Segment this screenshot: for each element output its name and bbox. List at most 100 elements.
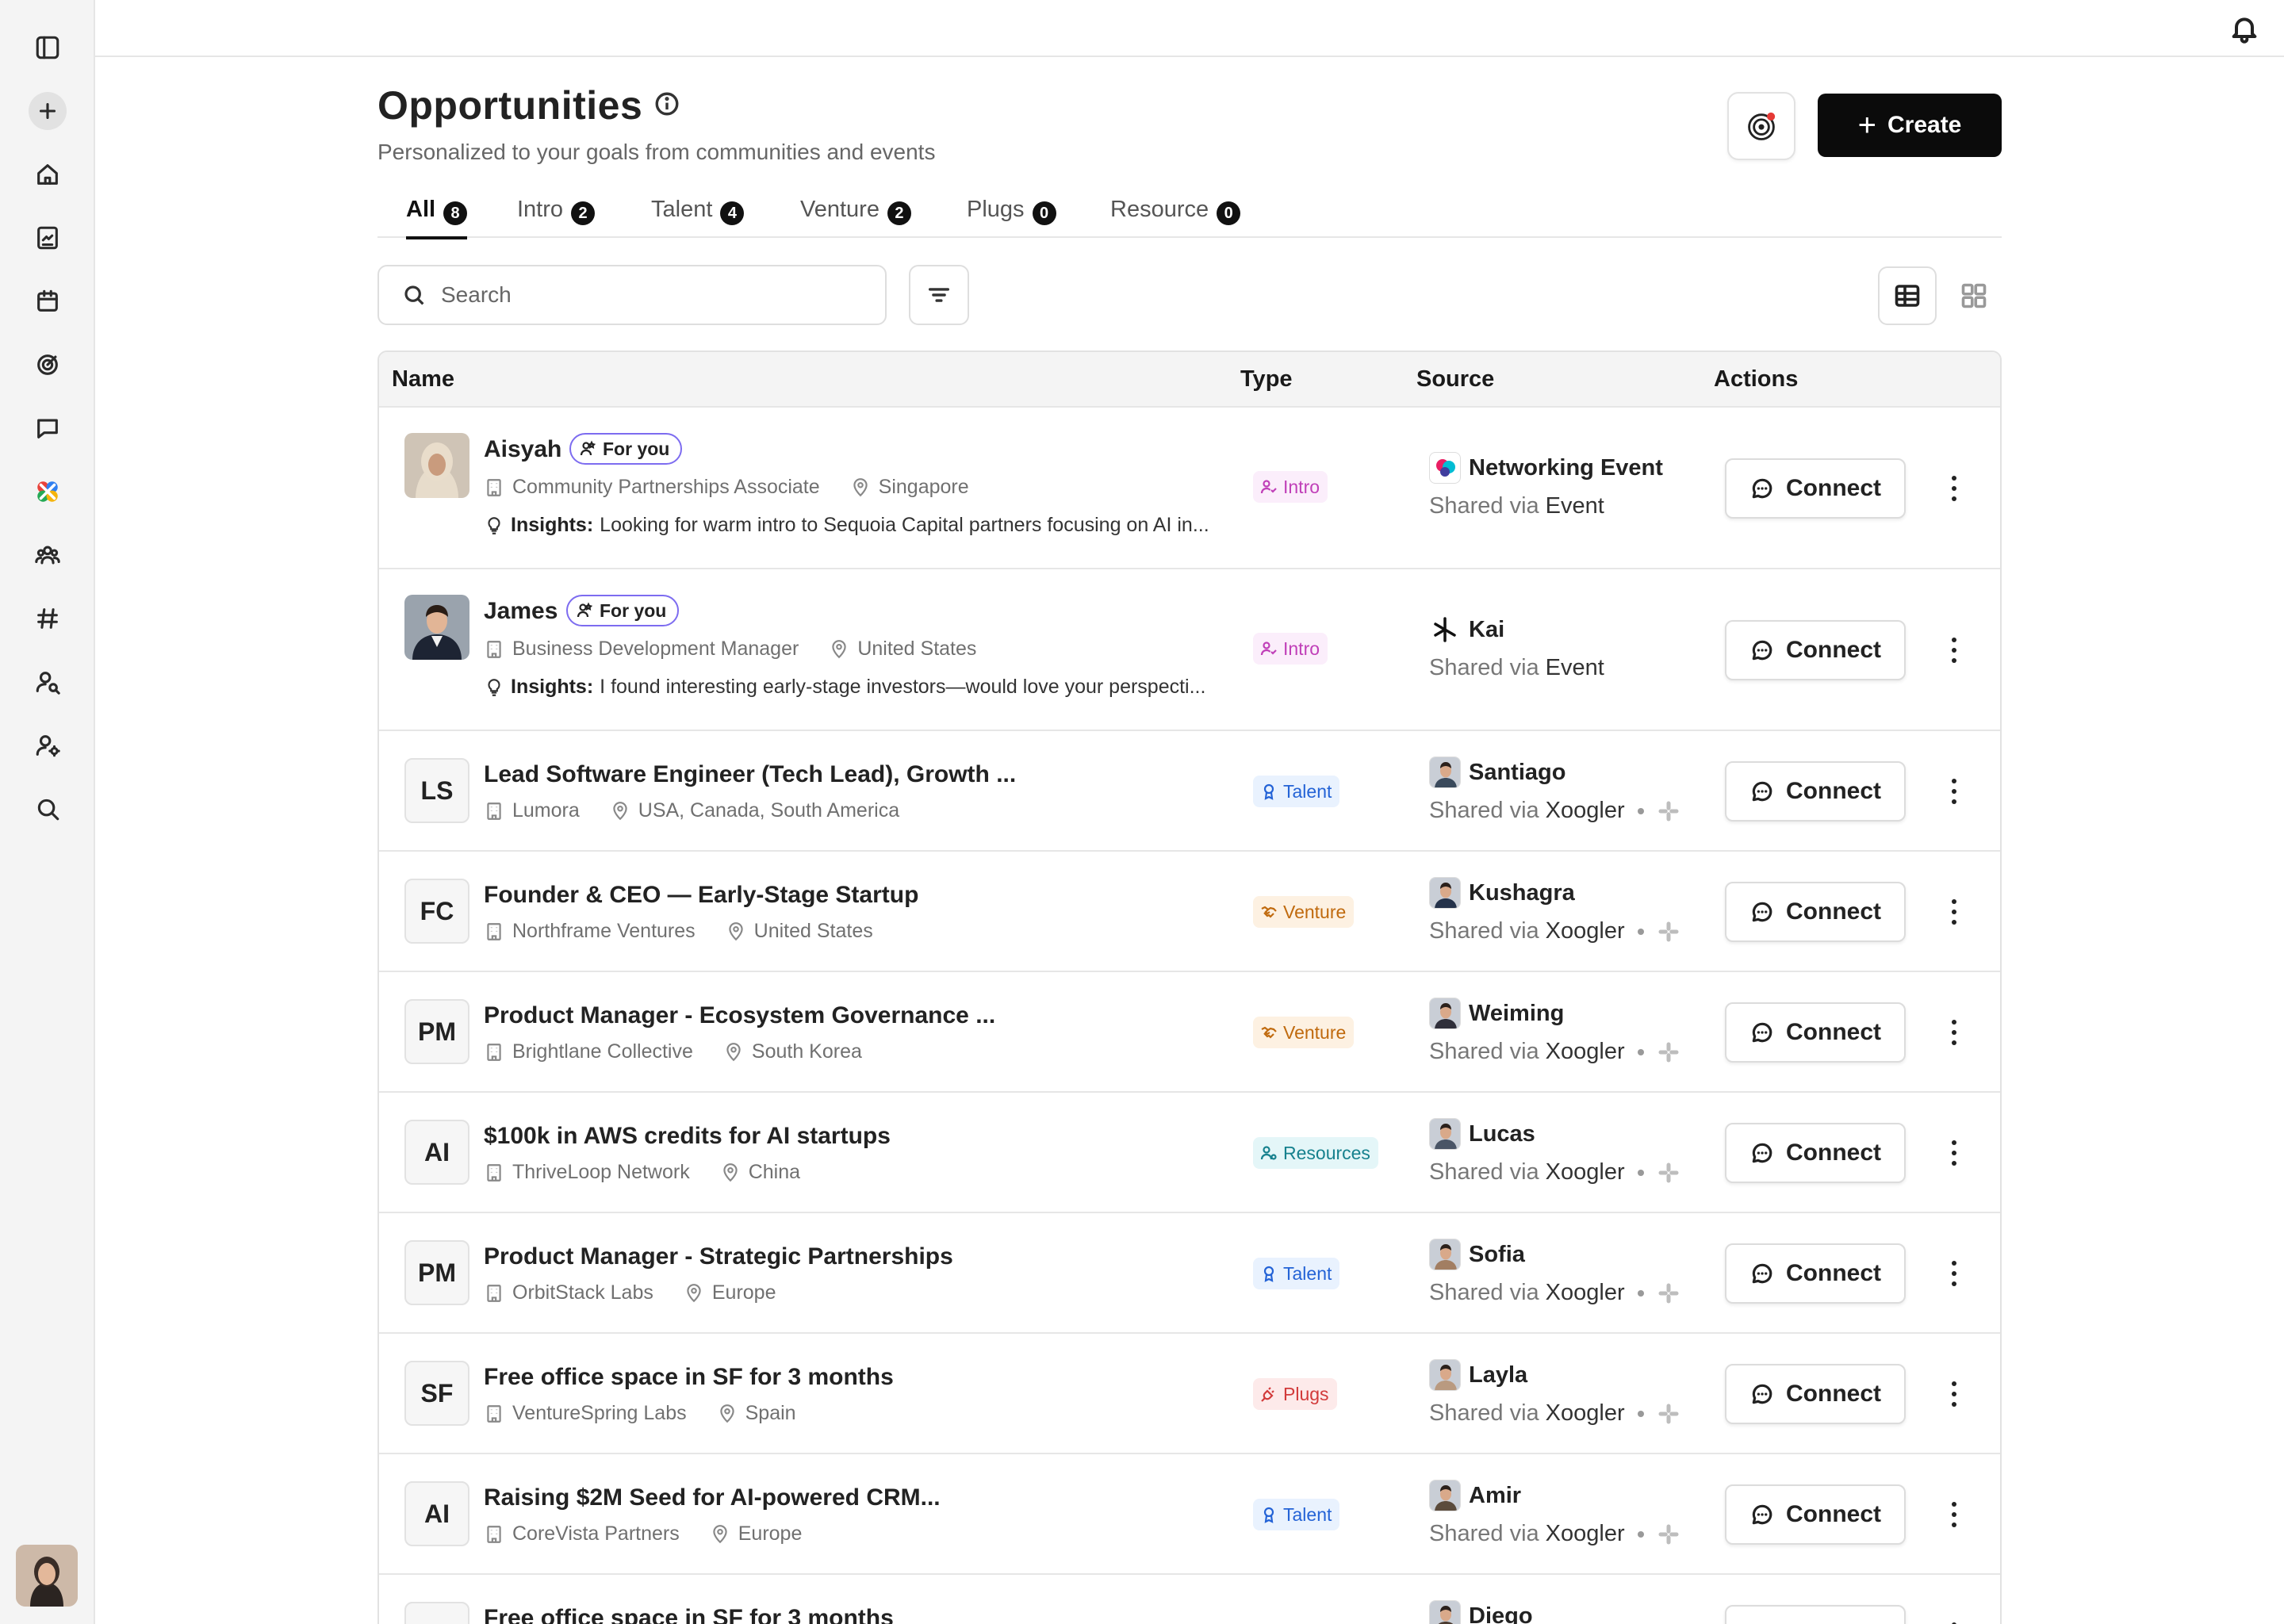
tab-venture[interactable]: Venture 2 xyxy=(800,197,911,238)
goals-button[interactable] xyxy=(1727,92,1795,160)
calendar-icon[interactable] xyxy=(29,282,67,320)
source-event-logo xyxy=(1429,452,1461,484)
source-name[interactable]: Lucas xyxy=(1469,1121,1535,1147)
table-row[interactable]: LS Lead Software Engineer (Tech Lead), Gr… xyxy=(379,731,2000,852)
more-options-icon[interactable] xyxy=(1945,1013,1964,1052)
tab-resource[interactable]: Resource 0 xyxy=(1110,197,1241,238)
row-title[interactable]: Aisyah xyxy=(484,436,561,463)
tab-all[interactable]: All 8 xyxy=(406,197,468,239)
row-title[interactable]: Free office space in SF for 3 months xyxy=(484,1364,894,1391)
source-name[interactable]: Kushagra xyxy=(1469,880,1575,906)
user-settings-icon[interactable] xyxy=(29,726,67,764)
home-icon[interactable] xyxy=(29,155,67,193)
table-view-button[interactable] xyxy=(1878,266,1937,325)
table-row[interactable]: FC Founder & CEO — Early-Stage Startup Nor… xyxy=(379,852,2000,972)
connect-button[interactable]: Connect xyxy=(1725,1364,1906,1424)
more-options-icon[interactable] xyxy=(1945,892,1964,932)
filter-button[interactable] xyxy=(909,265,969,325)
grid-view-button[interactable] xyxy=(1945,266,2003,325)
messages-icon[interactable] xyxy=(29,409,67,447)
row-meta: ThriveLoop Network China xyxy=(484,1161,800,1184)
source-name[interactable]: Kai xyxy=(1469,617,1504,643)
type-badge: Plugs xyxy=(1253,1378,1337,1410)
connect-button[interactable]: Connect xyxy=(1725,1002,1906,1063)
table-row[interactable]: Aisyah For you Community Partnerships As… xyxy=(379,408,2000,569)
more-options-icon[interactable] xyxy=(1945,1133,1964,1173)
connect-button[interactable]: Connect xyxy=(1725,458,1906,519)
row-title[interactable]: Product Manager - Ecosystem Governance .… xyxy=(484,1002,995,1029)
row-title[interactable]: Raising $2M Seed for AI-powered CRM... xyxy=(484,1484,941,1511)
type-badge: Resources xyxy=(1253,1137,1378,1169)
table-row[interactable]: AI Raising $2M Seed for AI-powered CRM...… xyxy=(379,1454,2000,1575)
row-title[interactable]: Free office space in SF for 3 months xyxy=(484,1605,894,1624)
table-row[interactable]: NF Free office space in SF for 3 months Di… xyxy=(379,1575,2000,1624)
source-name[interactable]: Networking Event xyxy=(1469,455,1663,481)
search-input[interactable] xyxy=(441,282,869,308)
more-options-icon[interactable] xyxy=(1945,1254,1964,1293)
table-row[interactable]: James For you Business Development Manag… xyxy=(379,569,2000,731)
table-row[interactable]: AI $100k in AWS credits for AI startups Th… xyxy=(379,1093,2000,1213)
create-button[interactable]: + Create xyxy=(1818,94,2002,157)
more-options-icon[interactable] xyxy=(1945,630,1964,670)
separator-dot xyxy=(1637,807,1644,814)
tab-talent[interactable]: Talent 4 xyxy=(651,197,745,238)
more-options-icon[interactable] xyxy=(1945,772,1964,811)
more-options-icon[interactable] xyxy=(1945,1615,1964,1624)
source-avatar xyxy=(1429,1239,1461,1270)
source-name[interactable]: Sofia xyxy=(1469,1242,1525,1268)
table-row[interactable]: PM Product Manager - Strategic Partnershi… xyxy=(379,1213,2000,1334)
source-avatar xyxy=(1429,756,1461,788)
connect-button[interactable]: Connect xyxy=(1725,620,1906,680)
connect-button[interactable]: Connect xyxy=(1725,1484,1906,1545)
connect-button[interactable]: Connect xyxy=(1725,1605,1906,1624)
goals-target-icon[interactable] xyxy=(29,346,67,384)
people-search-icon[interactable] xyxy=(29,663,67,701)
more-options-icon[interactable] xyxy=(1945,1374,1964,1414)
new-plus-icon[interactable] xyxy=(29,92,67,130)
communities-icon[interactable] xyxy=(29,536,67,574)
building-icon xyxy=(487,1284,501,1302)
user-avatar[interactable] xyxy=(16,1545,78,1607)
connect-button[interactable]: Connect xyxy=(1725,1123,1906,1183)
initials-avatar: SF xyxy=(404,1361,469,1426)
apps-logo-icon[interactable] xyxy=(29,473,67,511)
column-header-type[interactable]: Type xyxy=(1240,366,1293,393)
info-icon[interactable] xyxy=(653,90,680,121)
for-you-badge: For you xyxy=(566,595,680,626)
row-title[interactable]: Lead Software Engineer (Tech Lead), Grow… xyxy=(484,761,1016,788)
search-icon[interactable] xyxy=(29,790,67,828)
tab-intro[interactable]: Intro 2 xyxy=(517,197,596,238)
table-row[interactable]: PM Product Manager - Ecosystem Governance… xyxy=(379,972,2000,1093)
more-options-icon[interactable] xyxy=(1945,1495,1964,1534)
source-name[interactable]: Santiago xyxy=(1469,760,1565,786)
source-name[interactable]: Layla xyxy=(1469,1362,1527,1388)
tab-bar: All 8 Intro 2 Talent 4 Venture 2 Plugs 0 Reso… xyxy=(377,197,2002,239)
target-icon xyxy=(1748,112,1776,140)
connect-button[interactable]: Connect xyxy=(1725,1243,1906,1304)
resources-people-icon xyxy=(1260,1146,1277,1160)
opportunities-icon[interactable] xyxy=(29,219,67,257)
source-name[interactable]: Amir xyxy=(1469,1483,1521,1509)
source-name[interactable]: Weiming xyxy=(1469,1001,1564,1027)
sidebar-toggle-icon[interactable] xyxy=(29,29,67,67)
table-row[interactable]: SF Free office space in SF for 3 months Ve… xyxy=(379,1334,2000,1454)
type-badge: Talent xyxy=(1253,1499,1340,1530)
source-kai-logo xyxy=(1429,614,1461,645)
notifications-bell-icon[interactable] xyxy=(2228,13,2260,44)
source-name[interactable]: Diego xyxy=(1469,1603,1533,1624)
tab-plugs[interactable]: Plugs 0 xyxy=(967,197,1056,238)
column-header-name[interactable]: Name xyxy=(392,366,454,393)
channels-hash-icon[interactable] xyxy=(29,599,67,638)
building-icon xyxy=(487,1404,501,1423)
column-header-actions: Actions xyxy=(1714,366,1799,392)
more-options-icon[interactable] xyxy=(1945,469,1964,508)
row-title[interactable]: $100k in AWS credits for AI startups xyxy=(484,1123,891,1150)
search-icon xyxy=(404,285,424,305)
connect-button[interactable]: Connect xyxy=(1725,882,1906,942)
talent-ribbon-icon xyxy=(1263,1266,1274,1282)
row-title[interactable]: Product Manager - Strategic Partnerships xyxy=(484,1243,953,1270)
row-title[interactable]: James xyxy=(484,598,558,625)
row-title[interactable]: Founder & CEO — Early-Stage Startup xyxy=(484,882,918,909)
connect-button[interactable]: Connect xyxy=(1725,761,1906,822)
column-header-source[interactable]: Source xyxy=(1416,366,1494,393)
